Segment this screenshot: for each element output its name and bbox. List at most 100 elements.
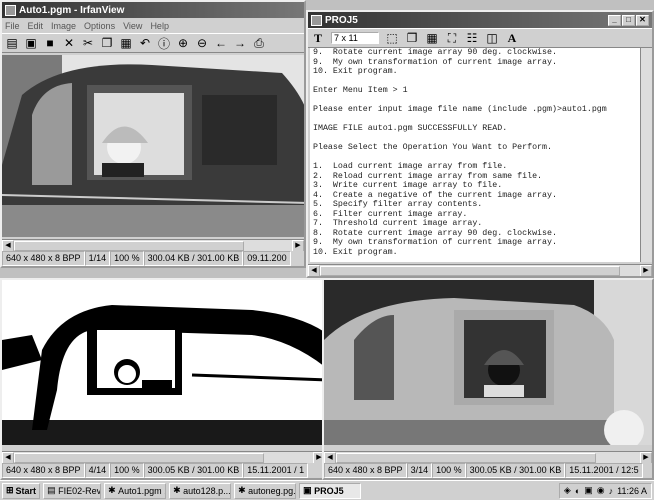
taskbar-button[interactable]: ✱ Auto1.pgm ... bbox=[104, 482, 167, 499]
scroll-right-arrow[interactable]: ▶ bbox=[292, 239, 304, 252]
scroll-left-arrow[interactable]: ◀ bbox=[324, 451, 336, 464]
negative-image-window[interactable]: ◀ ▶ 640 x 480 x 8 BPP 3/14 100 % 300.05 … bbox=[322, 278, 654, 480]
image-canvas-negative[interactable] bbox=[324, 280, 652, 445]
scroll-thumb[interactable] bbox=[336, 452, 596, 463]
close-button[interactable]: ✕ bbox=[636, 14, 649, 26]
taskbar-button-active[interactable]: ▣ PROJ5 bbox=[299, 482, 362, 499]
copy-icon[interactable]: ❐ bbox=[405, 31, 419, 45]
threshold-image-window[interactable]: ◀ ▶ 640 x 480 x 8 BPP 4/14 100 % 300.05 … bbox=[0, 278, 327, 480]
scroll-left-arrow[interactable]: ◀ bbox=[2, 239, 14, 252]
console-hscrollbar[interactable]: ◀ ▶ bbox=[308, 264, 652, 276]
console-window[interactable]: PROJ5 _ □ ✕ T 7 x 11 ⬚ ❐ ▦ ⛶ ☷ ◫ A 9. Ro… bbox=[306, 10, 654, 278]
status-dimensions: 640 x 480 x 8 BPP bbox=[2, 463, 85, 478]
status-index: 1/14 bbox=[84, 251, 111, 266]
print-icon[interactable]: ⎙ bbox=[252, 36, 266, 51]
threshold-statusbar: 640 x 480 x 8 BPP 4/14 100 % 300.05 KB /… bbox=[2, 463, 325, 478]
clock[interactable]: 11:26 A bbox=[617, 486, 647, 496]
console-line: Please enter input image file name (incl… bbox=[313, 105, 607, 114]
status-index: 4/14 bbox=[84, 463, 111, 478]
maximize-button[interactable]: □ bbox=[622, 14, 635, 26]
next-icon[interactable]: → bbox=[233, 36, 247, 50]
irfanview-icon: ✱ bbox=[108, 485, 116, 495]
console-icon: ▣ bbox=[303, 485, 312, 495]
status-dimensions: 640 x 480 x 8 BPP bbox=[2, 251, 85, 266]
threshold-hscrollbar[interactable]: ◀ ▶ bbox=[2, 451, 325, 464]
delete-icon[interactable]: ✕ bbox=[62, 36, 76, 50]
tray-icon[interactable]: ◐ bbox=[575, 486, 580, 496]
status-zoom: 100 % bbox=[432, 463, 466, 478]
irfanview-window[interactable]: Auto1.pgm - IrfanView File Edit Image Op… bbox=[0, 0, 306, 268]
start-label: Start bbox=[15, 485, 37, 496]
taskbar-button[interactable]: ✱ auto128.p... bbox=[169, 482, 232, 499]
tray-icon[interactable]: ◈ bbox=[564, 485, 571, 496]
menu-help[interactable]: Help bbox=[150, 21, 169, 31]
paste-icon[interactable]: ▦ bbox=[119, 36, 133, 50]
zoom-in-icon[interactable]: ⊕ bbox=[176, 36, 190, 50]
fullscreen-icon[interactable]: ⛶ bbox=[445, 31, 459, 46]
console-line: Enter Menu Item > 1 bbox=[313, 86, 408, 95]
console-line: 9. My own transformation of current imag… bbox=[313, 238, 557, 247]
scroll-left-arrow[interactable]: ◀ bbox=[2, 451, 14, 464]
taskbar-button[interactable]: ▤ FIE02-Rev... bbox=[43, 482, 102, 499]
font-size-select[interactable]: 7 x 11 bbox=[331, 32, 379, 44]
irfanview-hscrollbar[interactable]: ◀ ▶ bbox=[2, 239, 304, 252]
scroll-left-arrow[interactable]: ◀ bbox=[308, 264, 320, 276]
console-line: Please Select the Operation You Want to … bbox=[313, 143, 552, 152]
console-line: 10. Exit program. bbox=[313, 247, 398, 257]
cut-icon[interactable]: ✂ bbox=[81, 36, 95, 50]
status-filesize: 300.05 KB / 301.00 KB bbox=[465, 463, 566, 478]
status-zoom: 100 % bbox=[110, 251, 144, 266]
image-canvas-original[interactable] bbox=[2, 55, 304, 237]
tray-icon[interactable]: ▣ bbox=[584, 485, 593, 496]
irfanview-icon: ✱ bbox=[238, 485, 246, 495]
menu-view[interactable]: View bbox=[123, 21, 142, 31]
copy-icon[interactable]: ❐ bbox=[100, 36, 114, 50]
properties-icon[interactable]: ☷ bbox=[465, 31, 479, 45]
save-icon[interactable]: ■ bbox=[43, 36, 57, 50]
paste-icon[interactable]: ▦ bbox=[425, 31, 439, 45]
car-photo-threshold bbox=[2, 280, 325, 445]
system-tray: ◈ ◐ ▣ ◉ ♪ 11:26 A bbox=[558, 482, 652, 499]
scroll-thumb[interactable] bbox=[320, 265, 620, 276]
status-date: 09.11.200 bbox=[243, 251, 291, 266]
menu-image[interactable]: Image bbox=[51, 21, 76, 31]
undo-icon[interactable]: ↶ bbox=[138, 36, 152, 50]
info-icon[interactable]: ⓘ bbox=[157, 35, 171, 52]
console-app-icon bbox=[311, 14, 322, 26]
slideshow-icon[interactable]: ▣ bbox=[24, 36, 38, 50]
console-line: IMAGE FILE auto1.pgm SUCCESSFULLY READ. bbox=[313, 124, 508, 133]
menu-options[interactable]: Options bbox=[84, 21, 115, 31]
zoom-out-icon[interactable]: ⊖ bbox=[195, 36, 209, 50]
console-output[interactable]: 9. Rotate current image array 90 deg. cl… bbox=[310, 48, 640, 262]
background-icon[interactable]: ◫ bbox=[485, 31, 499, 45]
prev-icon[interactable]: ← bbox=[214, 36, 228, 50]
open-icon[interactable]: ▤ bbox=[5, 36, 19, 50]
tray-icon[interactable]: ◉ bbox=[597, 485, 605, 496]
mark-icon[interactable]: ⬚ bbox=[385, 31, 399, 45]
console-vscrollbar[interactable] bbox=[640, 48, 652, 262]
scroll-thumb[interactable] bbox=[14, 240, 244, 251]
windows-logo-icon: ⊞ bbox=[6, 485, 14, 495]
status-date: 15.11.2001 / 1 bbox=[243, 463, 309, 478]
console-line: 2. Reload current image array from same … bbox=[313, 171, 543, 181]
irfanview-titlebar[interactable]: Auto1.pgm - IrfanView bbox=[2, 2, 304, 18]
image-canvas-threshold[interactable] bbox=[2, 280, 325, 445]
menu-edit[interactable]: Edit bbox=[28, 21, 44, 31]
scroll-right-arrow[interactable]: ▶ bbox=[640, 264, 652, 276]
console-line: 7. Threshold current image array. bbox=[313, 219, 483, 228]
irfanview-icon: ✱ bbox=[173, 485, 181, 495]
font-settings-icon[interactable]: A bbox=[505, 31, 519, 46]
menu-file[interactable]: File bbox=[5, 21, 20, 31]
scroll-right-arrow[interactable]: ▶ bbox=[640, 451, 652, 464]
start-button[interactable]: ⊞ Start bbox=[2, 482, 41, 499]
console-line: 9. My own transformation of current imag… bbox=[313, 57, 557, 67]
tray-icon[interactable]: ♪ bbox=[609, 486, 614, 496]
minimize-button[interactable]: _ bbox=[608, 14, 621, 26]
taskbar-button[interactable]: ✱ autoneg.pg... bbox=[234, 482, 297, 499]
irfanview-title: Auto1.pgm - IrfanView bbox=[19, 4, 125, 16]
scroll-thumb[interactable] bbox=[14, 452, 264, 463]
negative-hscrollbar[interactable]: ◀ ▶ bbox=[324, 451, 652, 464]
console-titlebar[interactable]: PROJ5 _ □ ✕ bbox=[308, 12, 652, 28]
